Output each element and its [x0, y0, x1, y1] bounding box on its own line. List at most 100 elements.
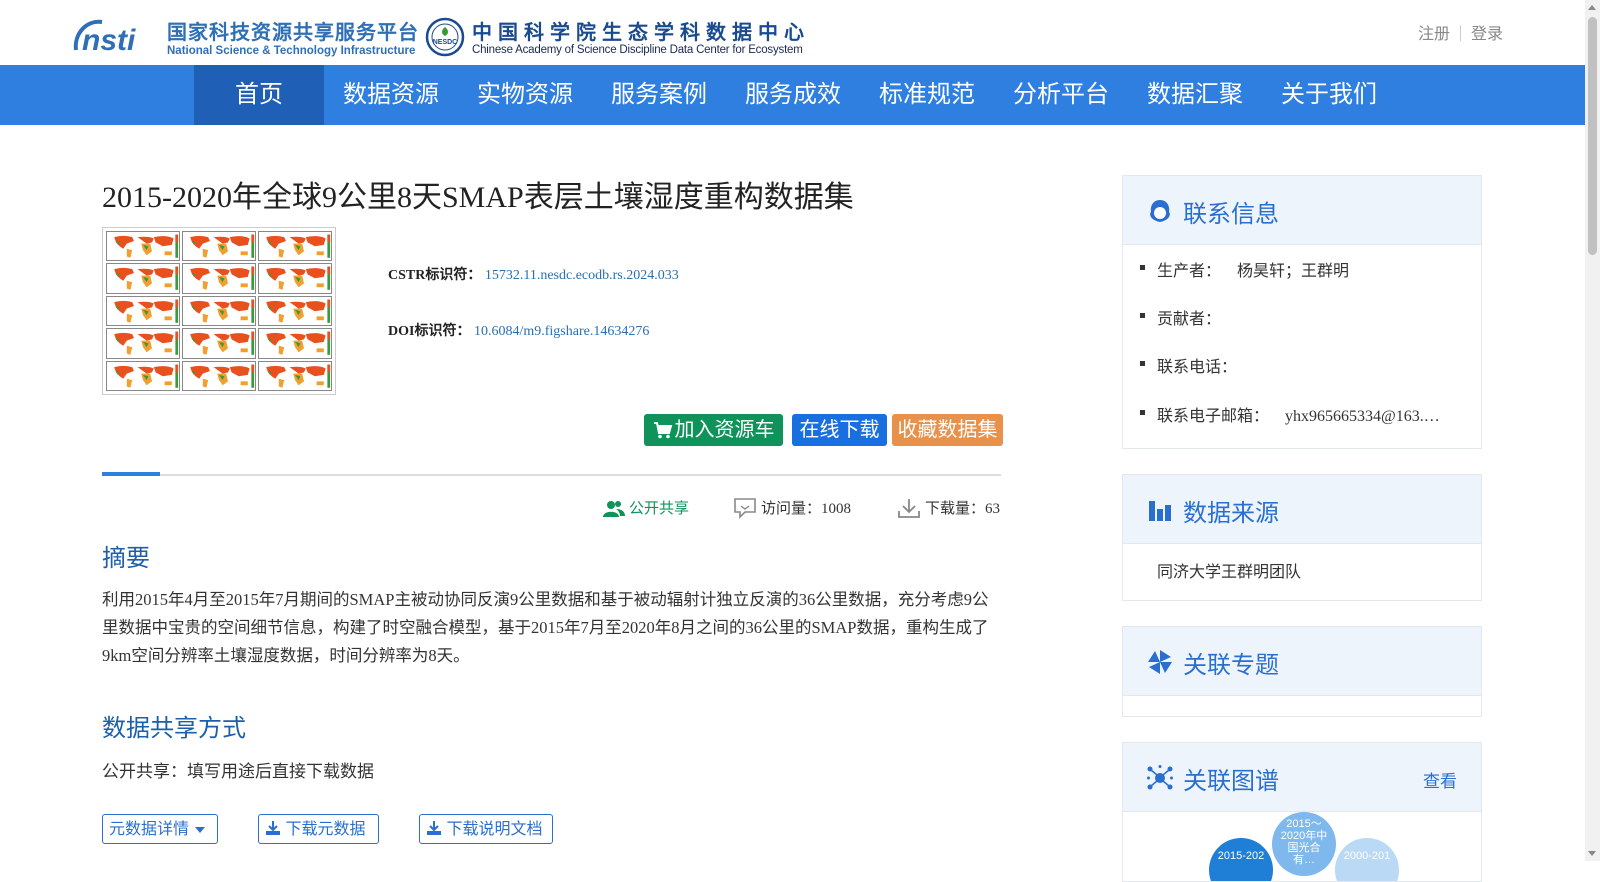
thumbnail-map-tile: [106, 263, 180, 294]
contact-card-title: 联系信息: [1183, 201, 1279, 228]
download-metadata-button[interactable]: 下载元数据: [258, 814, 379, 844]
source-card-title: 数据来源: [1183, 500, 1279, 527]
favorite-dataset-button[interactable]: 收藏数据集: [892, 414, 1003, 446]
register-link[interactable]: 注册: [1418, 26, 1450, 43]
metadata-details-label: 元数据详情: [109, 821, 190, 838]
graph-view-link[interactable]: 查看: [1423, 767, 1457, 792]
main-nav: 首页 数据资源 实物资源 服务案例 服务成效 标准规范 分析平台 数据汇聚 关于…: [0, 65, 1585, 125]
download-metadata-label: 下载元数据: [285, 821, 366, 838]
nav-home[interactable]: 首页: [194, 65, 324, 125]
nsti-logo[interactable]: nsti: [72, 16, 158, 56]
visit-count-label: 访问量：1008: [761, 501, 852, 517]
source-card-header: 数据来源: [1123, 475, 1481, 544]
email-value: yhx965665334@163.…: [1285, 408, 1440, 425]
email-label: 联系电子邮箱：: [1157, 408, 1270, 425]
users-icon: [603, 501, 625, 517]
nesdc-logo[interactable]: NESDC: [425, 17, 465, 57]
dataset-thumbnail[interactable]: [102, 227, 336, 395]
doi-row: DOI标识符： 10.6084/m9.figshare.14634276: [388, 320, 649, 340]
nesdc-logo-text: NESDC: [433, 39, 458, 46]
center-name-cn: 中国科学院生态学科数据中心: [472, 22, 810, 44]
nav-data-aggregation[interactable]: 数据汇聚: [1128, 65, 1262, 125]
site-header: nsti 国家科技资源共享服务平台 National Science & Tec…: [0, 0, 1585, 65]
graph-card-title: 关联图谱: [1183, 768, 1279, 795]
download-icon: [266, 821, 280, 835]
contact-card: 联系信息 生产者： 杨昊轩；王群明 贡献者： 联系电话： 联系电子邮箱： yhx96…: [1122, 175, 1482, 449]
download-icon: [427, 821, 441, 835]
visit-count: 访问量：1008: [733, 497, 851, 519]
download-count-label: 下载量：63: [925, 501, 1001, 517]
login-link[interactable]: 登录: [1471, 26, 1503, 43]
email-item: 联系电子邮箱： yhx965665334@163.…: [1140, 402, 1440, 426]
add-to-cart-label: 加入资源车: [674, 419, 775, 441]
thumbnail-map-tile: [258, 231, 332, 262]
phone-item: 联系电话：: [1139, 353, 1237, 377]
nav-about-us[interactable]: 关于我们: [1262, 65, 1396, 125]
producer-label: 生产者：: [1157, 263, 1222, 280]
graph-node[interactable]: 2000-201: [1335, 838, 1399, 881]
graph-node[interactable]: 2015～2020年中国光合有…: [1272, 812, 1336, 876]
abstract-text: 利用2015年4月至2015年7月期间的SMAP主被动协同反演9公里数据和基于被…: [102, 590, 989, 665]
nav-data-resources[interactable]: 数据资源: [324, 65, 458, 125]
download-doc-label: 下载说明文档: [446, 821, 543, 838]
scroll-down-arrow-icon[interactable]: [1588, 851, 1596, 856]
doi-label: DOI标识符：: [388, 324, 471, 339]
sharing-text: 公开共享：填写用途后直接下载数据: [102, 762, 374, 781]
platform-name-en: National Science & Technology Infrastruc…: [167, 45, 416, 57]
thumbnail-map-tile: [258, 263, 332, 294]
thumbnail-map-grid: [106, 231, 332, 391]
auth-divider: [1460, 25, 1462, 41]
bar-chart-icon: [1149, 501, 1171, 521]
share-status: 公开共享: [603, 497, 689, 519]
network-icon: [1147, 765, 1173, 790]
thumbnail-map-tile: [182, 328, 256, 359]
thumbnail-map-tile: [106, 328, 180, 359]
thumbnail-map-tile: [182, 263, 256, 294]
sharing-heading: 数据共享方式: [102, 715, 246, 742]
nav-physical-resources[interactable]: 实物资源: [458, 65, 592, 125]
caret-down-icon: [195, 827, 206, 833]
thumbnail-map-tile: [182, 360, 256, 391]
topic-card-header: 关联专题: [1123, 627, 1481, 696]
topic-card: 关联专题: [1122, 626, 1482, 717]
thumbnail-map-tile: [258, 328, 332, 359]
dataset-title: 2015-2020年全球9公里8天SMAP表层土壤湿度重构数据集: [102, 181, 854, 214]
tab-underline: [102, 472, 1001, 476]
online-download-button[interactable]: 在线下载: [792, 414, 887, 446]
nav-standards[interactable]: 标准规范: [860, 65, 994, 125]
thumbnail-map-tile: [106, 295, 180, 327]
thumbnail-map-tile: [258, 295, 332, 327]
thumbnail-map-tile: [182, 231, 256, 262]
nav-analysis-platform[interactable]: 分析平台: [994, 65, 1128, 125]
thumbnail-map-tile: [106, 231, 180, 262]
share-status-label: 公开共享: [629, 501, 690, 517]
scroll-up-arrow-icon[interactable]: [1588, 5, 1596, 10]
doi-link[interactable]: 10.6084/m9.figshare.14634276: [474, 324, 649, 339]
download-count: 下载量：63: [897, 497, 1000, 519]
source-text: 同济大学王群明团队: [1157, 564, 1302, 581]
person-icon: [1150, 200, 1170, 222]
scrollbar-thumb[interactable]: [1588, 17, 1597, 255]
nav-service-results[interactable]: 服务成效: [726, 65, 860, 125]
cart-icon: [653, 422, 672, 439]
add-to-cart-button[interactable]: 加入资源车: [644, 414, 783, 446]
nav-service-cases[interactable]: 服务案例: [592, 65, 726, 125]
contributor-item: 贡献者：: [1139, 305, 1222, 329]
comment-icon: [734, 498, 756, 519]
pinwheel-icon: [1148, 650, 1172, 674]
thumbnail-map-tile: [182, 295, 256, 327]
contributor-label: 贡献者：: [1157, 311, 1222, 328]
metadata-details-button[interactable]: 元数据详情: [102, 814, 218, 844]
download-doc-button[interactable]: 下载说明文档: [419, 814, 553, 844]
cstr-link[interactable]: 15732.11.nesdc.ecodb.rs.2024.033: [485, 268, 679, 283]
download-icon: [898, 499, 920, 518]
contact-card-header: 联系信息: [1123, 176, 1481, 245]
thumbnail-map-tile: [258, 360, 332, 391]
source-card: 数据来源 同济大学王群明团队: [1122, 474, 1482, 601]
graph-node[interactable]: 2015-202: [1209, 838, 1273, 881]
producer-item: 生产者： 杨昊轩；王群明: [1139, 257, 1349, 281]
tab-active-indicator: [102, 472, 160, 476]
page-scrollbar[interactable]: [1585, 0, 1600, 861]
topic-card-title: 关联专题: [1183, 652, 1279, 679]
graph-card-header: 关联图谱 查看: [1123, 743, 1481, 812]
